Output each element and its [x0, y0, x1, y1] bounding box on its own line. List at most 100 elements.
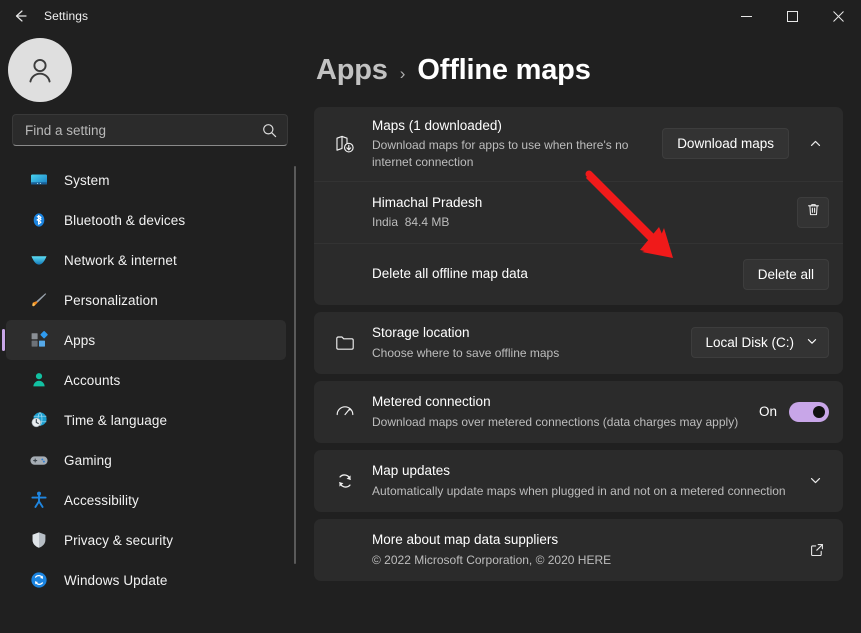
search-box[interactable]	[12, 114, 288, 146]
monitor-icon	[28, 169, 50, 191]
shield-icon	[28, 529, 50, 551]
map-updates-text: Map updates Automatically update maps wh…	[362, 452, 791, 509]
map-updates-card: Map updates Automatically update maps wh…	[314, 449, 843, 512]
page-title: Offline maps	[417, 54, 591, 86]
downloaded-map-actions	[787, 196, 829, 228]
external-link-icon[interactable]	[809, 542, 829, 558]
storage-location-value: Local Disk (C:)	[705, 335, 794, 351]
search-section	[0, 102, 300, 146]
delete-all-row: Delete all offline map data Delete all	[314, 242, 843, 305]
sidebar-item-label: Personalization	[64, 292, 158, 308]
update-icon	[28, 569, 50, 591]
maps-subtitle: Download maps for apps to use when there…	[372, 138, 629, 170]
sidebar-item-time-language[interactable]: Time & language	[6, 400, 286, 440]
delete-all-label: Delete all offline map data	[372, 266, 528, 282]
maps-title: Maps (1 downloaded)	[372, 118, 502, 133]
storage-location-dropdown[interactable]: Local Disk (C:)	[691, 327, 829, 359]
folder-icon	[328, 332, 362, 354]
map-suppliers-actions	[799, 542, 829, 558]
maps-header-text: Maps (1 downloaded) Download maps for ap…	[362, 107, 652, 181]
back-button[interactable]	[0, 0, 40, 32]
storage-location-subtitle: Choose where to save offline maps	[372, 345, 560, 360]
settings-window: Settings Find a setting System Bluetooth…	[0, 0, 861, 633]
downloaded-map-row: Himachal Pradesh India 84.4 MB	[314, 180, 843, 243]
sidebar-item-label: Bluetooth & devices	[64, 212, 186, 228]
sidebar-item-label: Gaming	[64, 452, 112, 468]
gamepad-icon	[28, 449, 50, 471]
metered-connection-title: Metered connection	[372, 394, 491, 410]
downloaded-map-text: Himachal Pradesh India 84.4 MB	[328, 184, 787, 241]
metered-connection-subtitle: Download maps over metered connections (…	[372, 414, 739, 429]
avatar[interactable]	[8, 38, 72, 102]
metered-connection-toggle[interactable]	[789, 401, 829, 422]
gauge-icon	[328, 401, 362, 423]
delete-all-button[interactable]: Delete all	[742, 258, 829, 290]
sidebar-scrollbar[interactable]	[294, 166, 296, 564]
map-suppliers-row[interactable]: More about map data suppliers © 2022 Mic…	[314, 519, 843, 581]
chevron-up-icon[interactable]	[801, 130, 829, 158]
sidebar-item-label: Privacy & security	[64, 532, 174, 548]
map-updates-row[interactable]: Map updates Automatically update maps wh…	[314, 450, 843, 512]
refresh-icon	[328, 470, 362, 492]
search-input[interactable]	[25, 122, 254, 138]
map-updates-subtitle: Automatically update maps when plugged i…	[372, 483, 786, 498]
title-bar: Settings	[0, 0, 861, 32]
chevron-down-icon	[806, 335, 818, 350]
storage-location-row: Storage location Choose where to save of…	[314, 312, 843, 374]
downloaded-map-region: India	[372, 215, 399, 230]
trash-icon	[806, 202, 821, 222]
profile-section[interactable]	[0, 32, 300, 102]
map-updates-title: Map updates	[372, 463, 451, 479]
map-updates-actions	[791, 467, 829, 495]
breadcrumb-parent[interactable]: Apps	[316, 54, 388, 87]
chevron-down-icon[interactable]	[801, 467, 829, 495]
storage-location-actions: Local Disk (C:)	[681, 327, 829, 359]
metered-connection-actions: On	[749, 401, 829, 422]
maps-header-actions: Download maps	[652, 128, 829, 160]
maximize-button[interactable]	[769, 0, 815, 32]
downloaded-map-size: 84.4 MB	[404, 215, 450, 230]
metered-connection-row: Metered connection Download maps over me…	[314, 381, 843, 443]
sidebar-item-privacy-security[interactable]: Privacy & security	[6, 520, 286, 560]
metered-toggle-state-label: On	[758, 404, 777, 420]
chevron-right-icon: ›	[399, 64, 406, 83]
sidebar-item-label: Windows Update	[64, 572, 168, 588]
downloaded-map-meta: India 84.4 MB	[372, 214, 787, 231]
sidebar-item-label: Accessibility	[64, 492, 139, 508]
sidebar-item-apps[interactable]: Apps	[2, 320, 286, 360]
sidebar-item-gaming[interactable]: Gaming	[6, 440, 286, 480]
storage-location-card: Storage location Choose where to save of…	[314, 311, 843, 374]
delete-all-actions: Delete all	[733, 258, 829, 290]
sidebar-item-label: Accounts	[64, 372, 121, 388]
close-button[interactable]	[815, 0, 861, 32]
storage-location-title: Storage location	[372, 325, 470, 341]
window-body: System Bluetooth & devices	[0, 32, 861, 633]
paintbrush-icon	[28, 289, 50, 311]
sidebar-item-label: Apps	[64, 332, 96, 348]
storage-location-text: Storage location Choose where to save of…	[362, 314, 681, 371]
maps-header-row: Maps (1 downloaded) Download maps for ap…	[314, 107, 843, 181]
sidebar-item-accessibility[interactable]: Accessibility	[6, 480, 286, 520]
wifi-icon	[28, 249, 50, 271]
sidebar-nav: System Bluetooth & devices Network & int…	[0, 160, 300, 633]
sidebar-item-label: Time & language	[64, 412, 168, 428]
window-controls	[723, 0, 861, 32]
delete-map-button[interactable]	[797, 196, 829, 228]
metered-connection-card: Metered connection Download maps over me…	[314, 380, 843, 443]
sidebar-item-network-internet[interactable]: Network & internet	[6, 240, 286, 280]
delete-all-text: Delete all offline map data	[328, 255, 733, 293]
search-icon	[262, 123, 277, 138]
person-icon	[28, 369, 50, 391]
sidebar: System Bluetooth & devices	[0, 32, 300, 633]
maps-card: Maps (1 downloaded) Download maps for ap…	[314, 107, 843, 305]
sidebar-item-windows-update[interactable]: Windows Update	[6, 560, 286, 600]
apps-icon	[28, 329, 50, 351]
sidebar-item-accounts[interactable]: Accounts	[6, 360, 286, 400]
sidebar-item-system[interactable]: System	[6, 160, 286, 200]
sidebar-item-bluetooth-devices[interactable]: Bluetooth & devices	[6, 200, 286, 240]
minimize-button[interactable]	[723, 0, 769, 32]
settings-cards: Maps (1 downloaded) Download maps for ap…	[314, 107, 843, 581]
download-maps-button[interactable]: Download maps	[662, 128, 789, 160]
map-suppliers-card: More about map data suppliers © 2022 Mic…	[314, 518, 843, 581]
sidebar-item-personalization[interactable]: Personalization	[6, 280, 286, 320]
